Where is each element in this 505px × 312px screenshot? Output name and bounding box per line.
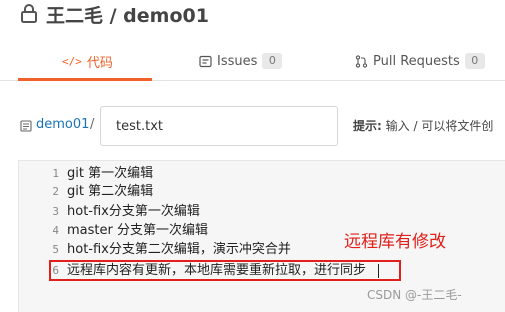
issues-count-badge: 0 <box>262 53 283 69</box>
filename-hint: 提示: 输入 / 可以将文件创 <box>353 117 493 134</box>
pull-request-icon <box>355 54 368 68</box>
filename-hint-label: 提示: <box>353 119 382 133</box>
tab-issues[interactable]: Issues 0 <box>199 50 283 72</box>
code-line: 5 hot-fix分支第二次编辑，演示冲突合并 <box>19 241 291 259</box>
line-number: 5 <box>52 243 59 256</box>
line-number: 1 <box>52 167 59 180</box>
tab-pull-requests-label: Pull Requests <box>373 53 460 69</box>
repo-header: 王二毛 / demo01 <box>0 0 505 30</box>
tab-pull-requests[interactable]: Pull Requests 0 <box>355 50 485 72</box>
issue-icon <box>199 55 212 67</box>
tab-active-indicator <box>18 78 152 81</box>
repository-icon <box>20 120 32 132</box>
line-number: 3 <box>52 205 59 218</box>
filename-hint-text: 输入 / 可以将文件创 <box>385 119 494 133</box>
code-line-text: git 第一次编辑 <box>67 166 154 181</box>
tab-code[interactable]: </> 代码 <box>62 50 113 72</box>
tab-bar: </> 代码 Issues 0 Pull Requests 0 <box>0 42 505 81</box>
breadcrumb-repo-link[interactable]: demo01 <box>36 117 89 132</box>
code-line-text: hot-fix分支第二次编辑，演示冲突合并 <box>67 242 291 257</box>
lock-icon <box>21 4 37 23</box>
watermark: CSDN @-王二毛- <box>367 288 462 302</box>
code-line-text: git 第二次编辑 <box>67 184 154 199</box>
code-icon: </> <box>62 54 82 68</box>
highlight-box <box>49 260 401 281</box>
tab-issues-label: Issues <box>217 53 258 69</box>
repo-title[interactable]: 王二毛 / demo01 <box>46 1 209 28</box>
code-line: 2 git 第二次编辑 <box>19 183 153 201</box>
tab-code-label: 代码 <box>86 55 113 71</box>
breadcrumb-separator: / <box>90 117 95 132</box>
pull-requests-count-badge: 0 <box>464 53 485 69</box>
code-line: 3 hot-fix分支第一次编辑 <box>19 203 200 221</box>
code-line: 4 master 分支第一次编辑 <box>19 222 208 240</box>
code-line: 1 git 第一次编辑 <box>19 165 153 183</box>
code-line-text: master 分支第一次编辑 <box>67 223 208 238</box>
filename-input[interactable] <box>100 106 338 146</box>
code-line-text: hot-fix分支第一次编辑 <box>67 204 200 219</box>
annotation-label: 远程库有修改 <box>344 232 446 252</box>
text-cursor <box>378 264 379 278</box>
line-number: 2 <box>52 185 59 198</box>
line-number: 4 <box>52 224 59 237</box>
